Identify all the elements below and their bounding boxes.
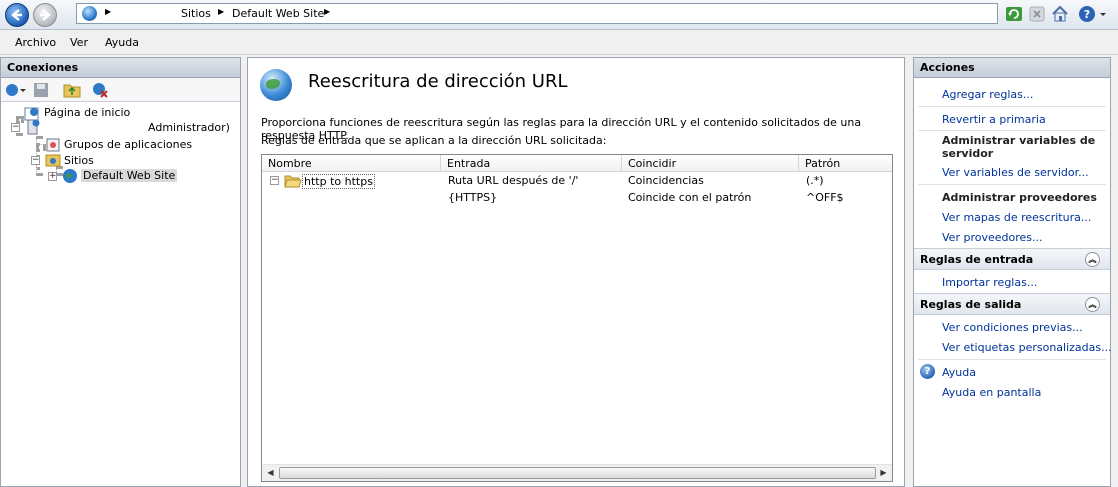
online-help-link[interactable]: Ayuda en pantalla xyxy=(942,386,1041,399)
server-icon xyxy=(27,119,40,135)
sites-icon xyxy=(45,154,61,167)
view-server-variables-link[interactable]: Ver variables de servidor... xyxy=(942,166,1089,179)
horizontal-scrollbar[interactable]: ◀ ▶ xyxy=(262,464,892,481)
rule-pattern: (.*) xyxy=(806,174,824,187)
inbound-rules-section[interactable]: Reglas de entrada ︽ xyxy=(914,248,1110,270)
website-globe-icon xyxy=(63,169,77,183)
back-button[interactable] xyxy=(5,3,29,27)
svg-text:?: ? xyxy=(1084,8,1090,21)
help-icon[interactable]: ? xyxy=(1078,5,1096,23)
globe-icon xyxy=(82,6,97,21)
column-header-match[interactable]: Coincidir xyxy=(622,155,799,172)
collapse-inbound-icon[interactable]: ︽ xyxy=(1085,252,1100,267)
app-pools-icon xyxy=(46,138,60,152)
view-custom-tags-link[interactable]: Ver etiquetas personalizadas... xyxy=(942,341,1112,354)
divider xyxy=(918,130,1106,131)
inbound-rules-title: Reglas de entrada xyxy=(920,253,1034,266)
breadcrumb-separator[interactable]: ▶ xyxy=(324,7,330,16)
rules-description: Reglas de entrada que se aplican a la di… xyxy=(261,134,607,147)
rule-name[interactable]: http to https xyxy=(302,174,375,189)
collapse-outbound-icon[interactable]: ︽ xyxy=(1085,297,1100,312)
view-rewrite-maps-link[interactable]: Ver mapas de reescritura... xyxy=(942,211,1091,224)
menu-archivo[interactable]: Archivo xyxy=(15,36,56,49)
divider xyxy=(918,106,1106,107)
forward-button[interactable] xyxy=(33,3,57,27)
column-header-pattern[interactable]: Patrón xyxy=(799,155,892,172)
condition-match: Coincide con el patrón xyxy=(628,191,752,204)
save-icon[interactable] xyxy=(33,82,49,98)
actions-panel: Acciones Agregar reglas... Revertir a pr… xyxy=(913,57,1112,487)
import-rules-link[interactable]: Importar reglas... xyxy=(942,276,1037,289)
collapse-sites-icon[interactable]: − xyxy=(31,156,40,165)
menu-ver[interactable]: Ver xyxy=(70,36,88,49)
scroll-left-icon[interactable]: ◀ xyxy=(263,466,278,480)
divider xyxy=(918,359,1106,360)
refresh-icon[interactable] xyxy=(1005,5,1023,23)
tree-item-server[interactable]: Administrador) xyxy=(148,121,230,134)
menu-bar: Archivo Ver Ayuda xyxy=(0,31,1118,55)
home-icon[interactable] xyxy=(1051,5,1069,23)
tree-line xyxy=(16,116,24,120)
help-icon: ? xyxy=(920,364,935,379)
manage-server-variables-heading: Administrar variables de servidor xyxy=(942,134,1096,160)
actions-title: Acciones xyxy=(914,58,1110,78)
connections-panel: Conexiones Página de inicio − Administra… xyxy=(0,57,241,487)
scroll-thumb[interactable] xyxy=(279,467,876,479)
connections-title: Conexiones xyxy=(1,58,240,78)
connections-toolbar xyxy=(1,78,240,102)
manage-providers-heading: Administrar proveedores xyxy=(942,191,1097,204)
rule-input: Ruta URL después de '/' xyxy=(448,174,579,187)
main-panel: Reescritura de dirección URL Proporciona… xyxy=(247,57,905,487)
collapse-server-icon[interactable]: − xyxy=(11,123,20,132)
connect-icon[interactable] xyxy=(5,82,27,98)
column-header-name[interactable]: Nombre xyxy=(262,155,441,172)
view-providers-link[interactable]: Ver proveedores... xyxy=(942,231,1042,244)
tree-item-sites[interactable]: Sitios xyxy=(64,154,94,167)
view-preconditions-link[interactable]: Ver condiciones previas... xyxy=(942,321,1083,334)
add-rules-link[interactable]: Agregar reglas... xyxy=(942,88,1033,101)
breadcrumb-separator[interactable]: ▶ xyxy=(218,7,224,16)
address-bar: ▶ Sitios ▶ Default Web Site ▶ ? xyxy=(0,0,1118,30)
page-title: Reescritura de dirección URL xyxy=(308,71,568,92)
breadcrumb-default-web-site[interactable]: Default Web Site xyxy=(232,7,324,20)
grid-header: Nombre Entrada Coincidir Patrón xyxy=(262,155,892,172)
url-rewrite-globe-icon xyxy=(260,69,292,101)
arrow-left-icon xyxy=(11,9,22,21)
condition-pattern: ^OFF$ xyxy=(806,191,844,204)
open-folder-icon xyxy=(284,175,302,188)
disconnect-icon[interactable] xyxy=(91,81,109,98)
tree-item-start-page[interactable]: Página de inicio xyxy=(44,106,130,119)
expand-site-icon[interactable]: + xyxy=(48,172,57,181)
menu-ayuda[interactable]: Ayuda xyxy=(105,36,139,49)
outbound-rules-section[interactable]: Reglas de salida ︽ xyxy=(914,293,1110,315)
arrow-right-icon xyxy=(40,9,51,21)
table-row[interactable]: {HTTPS} Coincide con el patrón ^OFF$ xyxy=(262,190,892,206)
revert-to-parent-link[interactable]: Revertir a primaria xyxy=(942,113,1046,126)
help-link[interactable]: Ayuda xyxy=(942,366,976,379)
tree-item-default-web-site[interactable]: Default Web Site xyxy=(81,169,178,182)
outbound-rules-title: Reglas de salida xyxy=(920,298,1022,311)
table-row[interactable]: − http to https Ruta URL después de '/' … xyxy=(262,173,892,189)
divider xyxy=(918,184,1106,185)
column-header-input[interactable]: Entrada xyxy=(441,155,622,172)
scroll-right-icon[interactable]: ▶ xyxy=(876,466,891,480)
address-field[interactable]: ▶ Sitios ▶ Default Web Site ▶ xyxy=(76,3,998,24)
collapse-rule-icon[interactable]: − xyxy=(270,176,279,185)
stop-icon[interactable] xyxy=(1028,5,1046,23)
breadcrumb-separator[interactable]: ▶ xyxy=(105,7,111,16)
tree-item-app-pools[interactable]: Grupos de aplicaciones xyxy=(64,138,192,151)
breadcrumb-sitios[interactable]: Sitios xyxy=(181,7,211,20)
condition-input: {HTTPS} xyxy=(448,191,498,204)
folder-up-icon[interactable] xyxy=(63,81,81,98)
rule-match: Coincidencias xyxy=(628,174,704,187)
rules-grid: Nombre Entrada Coincidir Patrón − http t… xyxy=(261,154,893,482)
chevron-down-icon[interactable] xyxy=(1098,5,1108,23)
